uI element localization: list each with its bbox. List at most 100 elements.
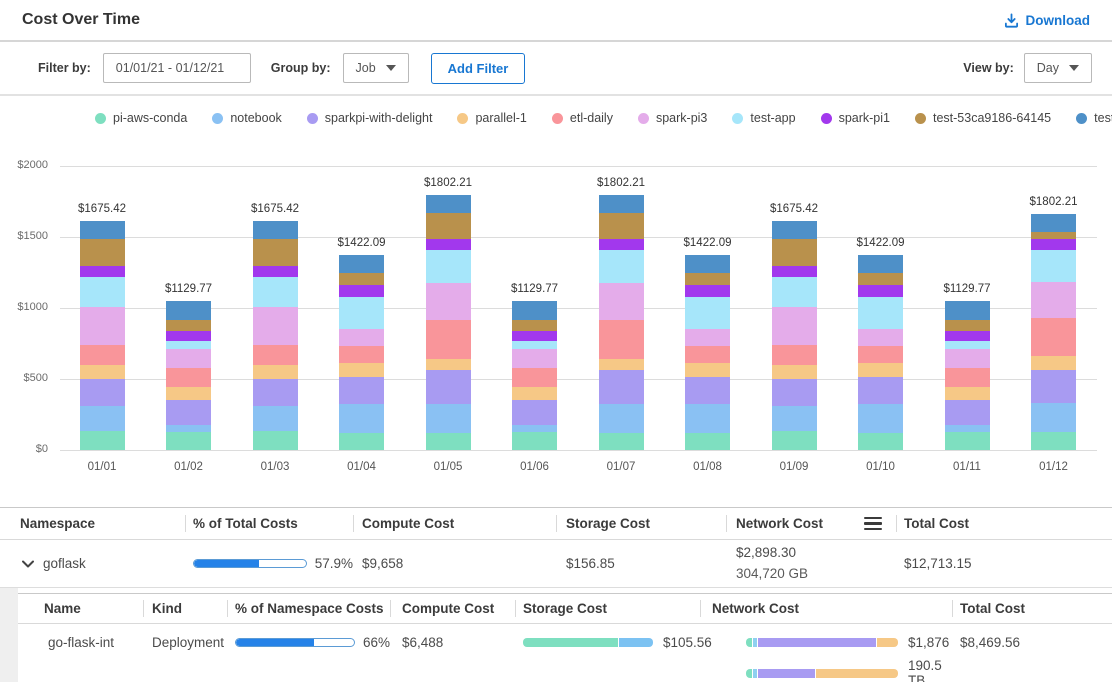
legend-dot	[732, 113, 743, 124]
minibar-segment	[753, 669, 757, 678]
y-axis-tick-label: $500	[0, 372, 48, 384]
legend-dot	[457, 113, 468, 124]
legend-item-sparkpi-with-delight[interactable]: sparkpi-with-delight	[307, 111, 433, 125]
bar-segment-test-pkix	[426, 195, 471, 212]
cost-chart: $0$500$1000$1500$2000$1675.4201/01$1129.…	[0, 140, 1112, 490]
bar-segment-sparkpi-with-delight	[80, 379, 125, 406]
minibar-segment	[758, 638, 876, 647]
download-label: Download	[1026, 13, 1091, 28]
storage-cost-bar	[523, 638, 653, 647]
page-header: Cost Over Time Download	[0, 0, 1112, 42]
col-network-cost: Network Cost	[700, 594, 952, 623]
column-menu-icon[interactable]	[864, 517, 882, 531]
storage-cost-value: $156.85	[556, 556, 726, 571]
add-filter-button[interactable]: Add Filter	[431, 53, 526, 84]
table-row-go-flask-int[interactable]: go-flask-int Deployment 66% $6,488 $105.…	[18, 624, 1112, 682]
bar-segment-etl-daily	[253, 345, 298, 364]
gridline	[60, 379, 1097, 380]
view-by-dropdown[interactable]: Day	[1024, 53, 1092, 83]
pct-of-namespace-bar	[235, 638, 355, 647]
col-network-cost-label: Network Cost	[736, 516, 823, 531]
bar-segment-etl-daily	[685, 346, 730, 363]
legend-item-etl-daily[interactable]: etl-daily	[552, 111, 613, 125]
bar-segment-spark-pi3	[253, 307, 298, 346]
bar-segment-notebook	[80, 406, 125, 431]
y-axis-tick-label: $1000	[0, 301, 48, 313]
total-cost-value: $8,469.56	[952, 635, 1112, 650]
bar-segment-test-pkix	[772, 221, 817, 239]
bar-segment-notebook	[166, 425, 211, 432]
bar-segment-notebook	[426, 404, 471, 432]
workload-kind: Deployment	[143, 635, 227, 650]
y-axis-tick-label: $1500	[0, 230, 48, 242]
bar-total-label: $1802.21	[403, 177, 493, 189]
col-name: Name	[18, 594, 143, 623]
bar-total-label: $1675.42	[749, 203, 839, 215]
bar-segment-parallel-1	[512, 387, 557, 400]
bar-segment-pi-aws-conda	[426, 433, 471, 450]
bar-segment-pi-aws-conda	[253, 431, 298, 450]
namespace-name: goflask	[43, 556, 86, 571]
bar-segment-test-app	[80, 277, 125, 307]
bar-segment-pi-aws-conda	[80, 431, 125, 450]
legend-dot	[638, 113, 649, 124]
bar-segment-test-app	[512, 341, 557, 349]
bar-segment-etl-daily	[945, 368, 990, 387]
pct-of-total-value: 57.9%	[315, 556, 353, 571]
bar-segment-etl-daily	[599, 320, 644, 359]
x-axis-tick-label: 01/12	[1009, 461, 1099, 473]
pct-of-namespace-cell: 66%	[227, 635, 390, 650]
namespace-table-header: Namespace % of Total Costs Compute Cost …	[0, 507, 1112, 540]
y-axis-tick-label: $2000	[0, 159, 48, 171]
bar-segment-parallel-1	[80, 365, 125, 379]
bar-segment-spark-pi3	[772, 307, 817, 346]
filter-by-label: Filter by:	[38, 61, 91, 75]
bar-segment-sparkpi-with-delight	[253, 379, 298, 406]
namespace-cell[interactable]: goflask	[0, 556, 185, 571]
bar-segment-notebook	[253, 406, 298, 431]
legend-item-pi-aws-conda[interactable]: pi-aws-conda	[95, 111, 187, 125]
legend-item-notebook[interactable]: notebook	[212, 111, 281, 125]
bar-segment-test-pkix	[1031, 214, 1076, 231]
bar-segment-spark-pi1	[253, 266, 298, 277]
legend-item-spark-pi3[interactable]: spark-pi3	[638, 111, 707, 125]
bar-total-label: $1129.77	[144, 283, 234, 295]
bar-segment-test-53ca9186-64145	[599, 213, 644, 240]
bar-segment-pi-aws-conda	[858, 433, 903, 450]
bar-segment-test-app	[253, 277, 298, 307]
date-range-dropdown[interactable]: 01/01/21 - 01/12/21	[103, 53, 251, 83]
bar-segment-spark-pi3	[166, 349, 211, 368]
bar-segment-test-app	[599, 250, 644, 283]
col-storage-cost: Storage Cost	[515, 594, 700, 623]
bar-segment-sparkpi-with-delight	[1031, 370, 1076, 403]
group-by-dropdown[interactable]: Job	[343, 53, 409, 83]
legend-item-test-pkix[interactable]: test-pkix	[1076, 111, 1112, 125]
legend-item-spark-pi1[interactable]: spark-pi1	[821, 111, 890, 125]
download-button[interactable]: Download	[1004, 13, 1091, 28]
bar-segment-spark-pi3	[426, 283, 471, 320]
bar-segment-test-53ca9186-64145	[253, 239, 298, 266]
bar-segment-etl-daily	[858, 346, 903, 363]
bar-total-label: $1129.77	[490, 283, 580, 295]
legend-item-parallel-1[interactable]: parallel-1	[457, 111, 526, 125]
network-cost-cell: $2,898.30 304,720 GB	[726, 543, 896, 584]
chevron-down-icon	[22, 560, 34, 568]
bar-total-label: $1422.09	[836, 237, 926, 249]
bar-segment-etl-daily	[426, 320, 471, 359]
table-row-goflask[interactable]: goflask 57.9% $9,658 $156.85 $2,898.30 3…	[0, 540, 1112, 588]
workload-table: Name Kind % of Namespace Costs Compute C…	[18, 593, 1112, 682]
legend-dot	[95, 113, 106, 124]
group-by-value: Job	[356, 61, 376, 75]
filter-toolbar: Filter by: 01/01/21 - 01/12/21 Group by:…	[0, 42, 1112, 96]
bar-segment-etl-daily	[166, 368, 211, 387]
bar-segment-pi-aws-conda	[945, 432, 990, 450]
legend-item-test-53ca9186-64145[interactable]: test-53ca9186-64145	[915, 111, 1051, 125]
minibar-segment	[816, 669, 898, 678]
col-storage-cost: Storage Cost	[556, 508, 726, 539]
compute-cost-value: $6,488	[390, 635, 515, 650]
bar-segment-notebook	[599, 404, 644, 432]
bar-segment-spark-pi1	[512, 331, 557, 341]
legend-item-test-app[interactable]: test-app	[732, 111, 795, 125]
bar-segment-parallel-1	[685, 363, 730, 376]
bar-segment-spark-pi1	[945, 331, 990, 341]
